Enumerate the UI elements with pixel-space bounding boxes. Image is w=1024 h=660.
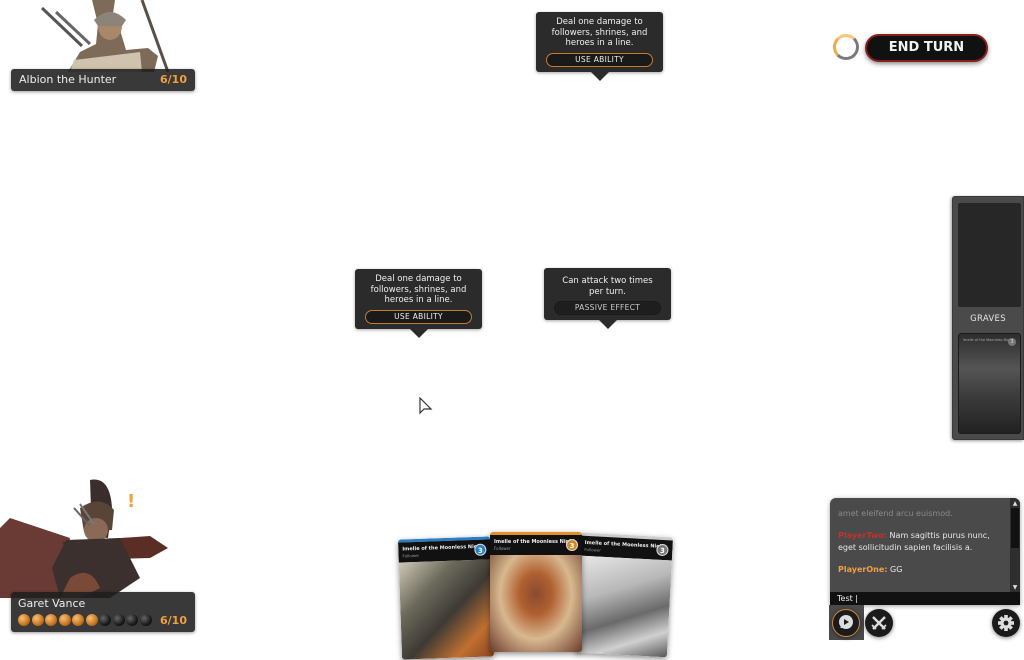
graves-card-title: Imelle of the Moonless Night: [963, 338, 1013, 342]
resource-orbs: [18, 614, 152, 627]
opponent-hero-portrait: [40, 0, 170, 72]
resource-orb-filled: [85, 614, 98, 626]
resource-orb-filled: [45, 614, 57, 626]
opponent-hero-name: Albion the Hunter: [19, 73, 117, 86]
settings-button[interactable]: [992, 609, 1020, 637]
chat-scrollbar[interactable]: ▲ ▼: [1010, 498, 1020, 592]
resource-orb-filled: [18, 614, 30, 626]
end-turn-button[interactable]: END TURN: [865, 34, 988, 62]
card-header: Imelle of the Moonless Night Follower 3: [490, 535, 582, 555]
use-ability-button[interactable]: USE ABILITY: [546, 52, 653, 67]
card-cost: 3: [566, 539, 578, 551]
ability-description: Deal one damage to followers, shrines, a…: [370, 274, 467, 305]
card-type: Follower: [402, 552, 420, 559]
scrollbar-thumb[interactable]: [1011, 508, 1019, 548]
graves-empty-slot: [958, 203, 1021, 307]
opponent-hero-health: 6/10: [160, 73, 187, 86]
hand-card[interactable]: Imelle of the Moonless Night Follower 3: [490, 532, 582, 652]
chat-sender: PlayerTwo:: [838, 531, 888, 540]
passive-tooltip: Can attack two times per turn. PASSIVE E…: [544, 268, 671, 329]
chat-sender: PlayerOne:: [838, 565, 888, 574]
passive-description: Can attack two times per turn.: [562, 276, 653, 297]
card-cost: 3: [656, 543, 669, 557]
graves-card-cost: 3: [1008, 338, 1016, 346]
card-art: [398, 559, 495, 660]
resource-orb-filled: [31, 614, 44, 626]
graves-panel: GRAVES Imelle of the Moonless Night 3: [952, 196, 1024, 440]
card-art: [574, 555, 672, 658]
opponent-hero-nameplate: Albion the Hunter 6/10: [11, 69, 195, 91]
card-cost: 3: [474, 543, 487, 556]
graves-top-card[interactable]: Imelle of the Moonless Night 3: [958, 333, 1021, 434]
gear-icon: [998, 615, 1014, 631]
card-type: Follower: [494, 546, 511, 551]
resource-orb-empty: [139, 614, 152, 626]
ability-tooltip-left: Deal one damage to followers, shrines, a…: [355, 269, 482, 337]
player-hero-health: 6/10: [160, 614, 187, 627]
use-ability-button[interactable]: USE ABILITY: [365, 309, 472, 324]
mouse-cursor-icon: [419, 397, 433, 415]
ability-tooltip-top: Deal one damage to followers, shrines, a…: [536, 12, 663, 80]
player-hero-portrait: [0, 479, 168, 598]
card-type: Follower: [584, 546, 602, 553]
chat-message-text: GG: [887, 565, 903, 574]
surrender-button[interactable]: [865, 609, 893, 637]
turn-timer-icon: [833, 34, 859, 60]
resource-orb-empty: [126, 614, 138, 626]
card-title: Imelle of the Moonless Night: [494, 539, 576, 545]
card-title: Imelle of the Moonless Night: [402, 543, 484, 553]
scroll-up-icon[interactable]: ▲: [1010, 500, 1020, 507]
passive-effect-label: PASSIVE EFFECT: [554, 301, 661, 315]
graves-label: GRAVES: [970, 314, 1006, 324]
alert-icon: !: [127, 491, 136, 512]
card-art: [490, 555, 582, 652]
chat-message-text: amet eleifend arcu euismod.: [838, 509, 953, 518]
chat-message: amet eleifend arcu euismod.: [838, 508, 1008, 520]
resource-orb-filled: [72, 614, 84, 626]
resource-orb-filled: [58, 614, 71, 626]
crossed-swords-icon: [871, 616, 887, 630]
scroll-down-icon[interactable]: ▼: [1010, 584, 1020, 591]
hand-card[interactable]: Imelle of the Moonless Night Follower 3: [574, 532, 674, 658]
chat-message: PlayerOne: GG: [838, 564, 1008, 576]
chat-message: PlayerTwo: Nam sagittis purus nunc, eget…: [838, 530, 1008, 554]
resource-orb-empty: [99, 614, 111, 626]
chat-panel: amet eleifend arcu euismod. PlayerTwo: N…: [830, 498, 1020, 605]
resource-orb-empty: [112, 614, 125, 626]
chat-icon: [839, 615, 853, 629]
player-hero-nameplate: Garet Vance 6/10: [11, 592, 195, 632]
chat-input[interactable]: Test |: [830, 592, 1020, 605]
ability-description: Deal one damage to followers, shrines, a…: [551, 17, 648, 48]
player-hero-name: Garet Vance: [18, 597, 86, 610]
hand-card[interactable]: Imelle of the Moonless Night Follower 3: [397, 536, 495, 660]
chat-toggle-button[interactable]: [832, 609, 860, 637]
chat-messages: amet eleifend arcu euismod. PlayerTwo: N…: [838, 508, 1008, 586]
